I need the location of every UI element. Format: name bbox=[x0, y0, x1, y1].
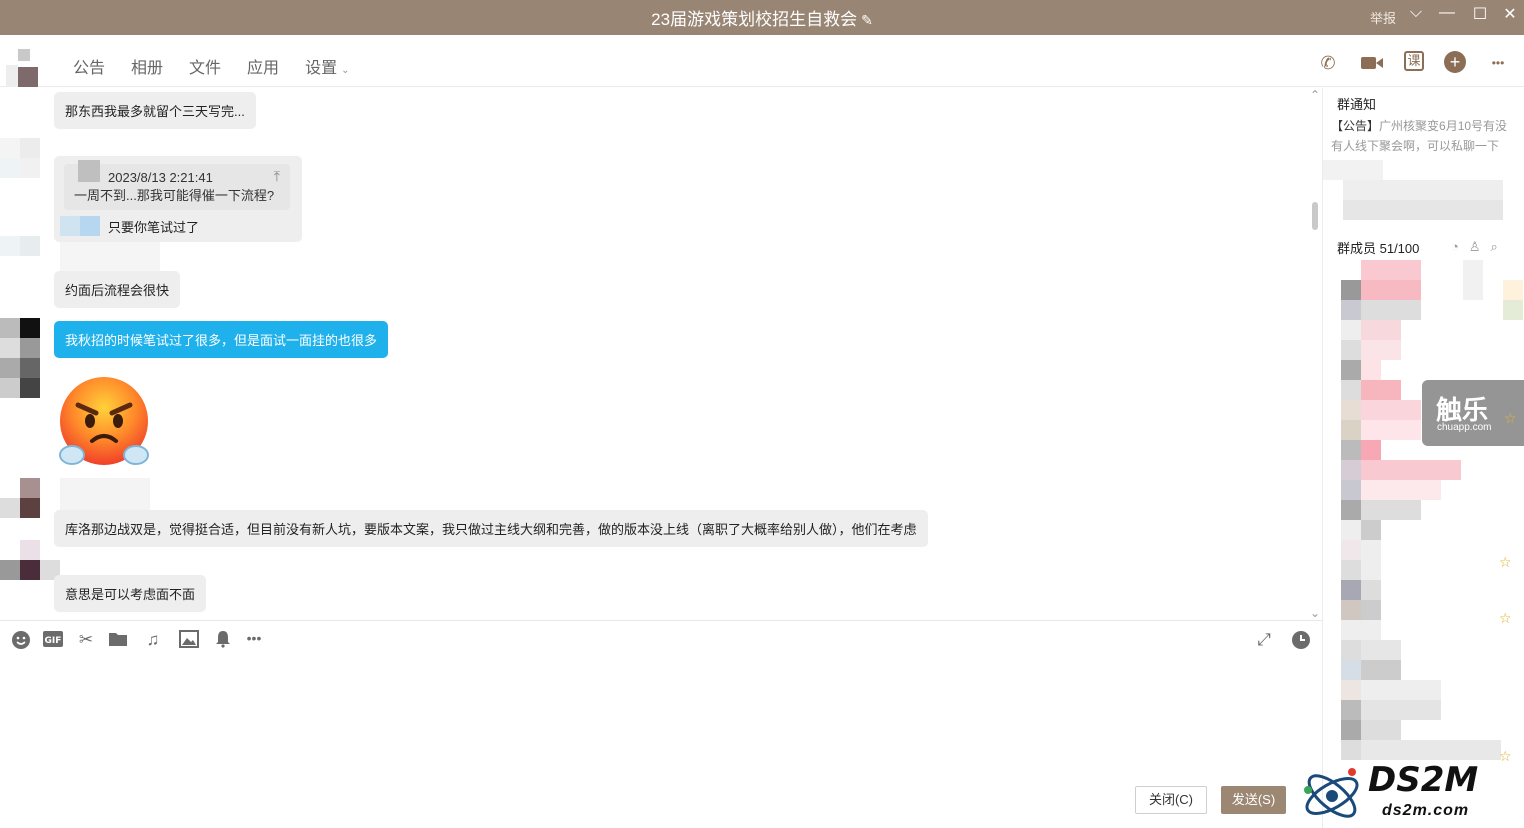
minimize-button[interactable]: — bbox=[1435, 4, 1459, 22]
scroll-down-icon[interactable]: ⌄ bbox=[1310, 606, 1320, 620]
quote-text: 一周不到...那我可能得催一下流程? bbox=[74, 188, 275, 203]
chevron-down-icon[interactable]: ⌵ bbox=[1404, 4, 1428, 22]
expand-icon[interactable]: ⤢ bbox=[1253, 630, 1275, 650]
tab-album[interactable]: 相册 bbox=[131, 54, 163, 78]
avatar bbox=[78, 160, 100, 182]
video-call-icon[interactable] bbox=[1360, 51, 1384, 75]
jump-to-message-icon[interactable]: ⤒ bbox=[274, 168, 280, 185]
chuapp-watermark: 触乐 chuapp.com ☆ bbox=[1422, 380, 1524, 446]
music-icon[interactable]: ♫ bbox=[142, 630, 164, 650]
ds2m-logo-text: DS2M bbox=[1368, 760, 1479, 800]
course-icon[interactable]: 课 bbox=[1404, 51, 1424, 71]
emoji-icon[interactable] bbox=[10, 630, 32, 655]
star-icon: ☆ bbox=[1499, 554, 1512, 570]
group-name: 23届游戏策划校招生自救会 bbox=[651, 10, 858, 29]
ds2m-logo-icon bbox=[1304, 768, 1359, 818]
member-status-icon[interactable]: ◔ bbox=[1451, 239, 1459, 255]
message-bubble[interactable]: 库洛那边战双是，觉得挺合适，但目前没有新人坑，要版本文案，我只做过主线大纲和完善… bbox=[54, 510, 928, 547]
more-icon[interactable]: ••• bbox=[1486, 51, 1510, 75]
angry-emoji-sticker[interactable] bbox=[56, 375, 152, 471]
close-button[interactable]: 关闭(C) bbox=[1135, 786, 1207, 814]
reply-message-bubble[interactable]: 2023/8/13 2:21:41 一周不到...那我可能得催一下流程? ⤒ 只… bbox=[54, 156, 302, 242]
report-link[interactable]: 举报 bbox=[1370, 8, 1396, 27]
avatar[interactable] bbox=[4, 45, 44, 89]
group-notice-text[interactable]: 【公告】广州核聚变6月10号有没有人线下聚会啊，可以私聊一下 bbox=[1331, 116, 1515, 156]
history-clock-icon[interactable] bbox=[1290, 630, 1312, 655]
add-member-icon[interactable]: ♙ bbox=[1469, 239, 1481, 255]
star-icon: ☆ bbox=[1499, 610, 1512, 626]
group-toolbar: 公告 相册 文件 应用 设置 ⌄ ✆ 课 + ••• bbox=[0, 35, 1524, 87]
edit-icon[interactable]: ✎ bbox=[861, 12, 873, 28]
title-bar: 23届游戏策划校招生自救会 ✎ 举报 ⌵ — ☐ ✕ bbox=[0, 0, 1524, 35]
avatar[interactable] bbox=[0, 318, 40, 408]
search-member-icon[interactable]: ⌕ bbox=[1491, 239, 1498, 255]
avatar[interactable] bbox=[0, 236, 160, 276]
quote-timestamp: 2023/8/13 2:21:41 bbox=[108, 170, 213, 185]
window-title: 23届游戏策划校招生自救会 ✎ bbox=[0, 5, 1524, 30]
send-button[interactable]: 发送(S) bbox=[1221, 786, 1286, 814]
avatar[interactable] bbox=[0, 540, 60, 590]
notice-blurred-area bbox=[1323, 160, 1523, 222]
message-bubble[interactable]: 那东西我最多就留个三天写完... bbox=[54, 92, 256, 129]
more-icon[interactable]: ••• bbox=[243, 630, 265, 646]
folder-icon[interactable] bbox=[107, 630, 129, 653]
member-list[interactable] bbox=[1323, 260, 1523, 828]
gif-icon[interactable]: GIF bbox=[42, 630, 64, 653]
maximize-button[interactable]: ☐ bbox=[1468, 4, 1492, 24]
toolbar-actions: ✆ 课 + ••• bbox=[1316, 51, 1510, 75]
avatar bbox=[60, 216, 100, 236]
ds2m-url: ds2m.com bbox=[1382, 802, 1470, 819]
close-window-button[interactable]: ✕ bbox=[1498, 4, 1522, 24]
tab-bar: 公告 相册 文件 应用 设置 ⌄ bbox=[73, 54, 349, 78]
quoted-message[interactable]: 2023/8/13 2:21:41 一周不到...那我可能得催一下流程? ⤒ bbox=[64, 160, 290, 210]
tab-files[interactable]: 文件 bbox=[189, 54, 221, 78]
chat-scrollbar[interactable] bbox=[1312, 202, 1318, 230]
notice-tag: 【公告】 bbox=[1331, 119, 1380, 133]
phone-call-icon[interactable]: ✆ bbox=[1316, 51, 1340, 75]
members-title: 群成员 51/100 bbox=[1337, 241, 1420, 256]
tab-apps[interactable]: 应用 bbox=[247, 54, 279, 78]
message-bubble[interactable]: 约面后流程会很快 bbox=[54, 271, 181, 308]
ds2m-watermark: DS2M ds2m.com bbox=[1300, 760, 1524, 828]
avatar[interactable] bbox=[0, 138, 100, 198]
input-toolbar: GIF ✂ ♫ ••• ⤢ bbox=[0, 620, 1322, 660]
scroll-up-icon[interactable]: ⌃ bbox=[1310, 88, 1320, 102]
chevron-down-icon: ⌄ bbox=[341, 65, 350, 76]
message-input[interactable] bbox=[0, 660, 1322, 780]
message-bubble[interactable]: 意思是可以考虑面不面 bbox=[54, 575, 207, 612]
svg-text:GIF: GIF bbox=[45, 636, 62, 646]
chuapp-url: chuapp.com bbox=[1437, 422, 1492, 433]
chat-history[interactable]: ⌃ 那东西我最多就留个三天写完... 2023/8/13 2:21:41 一周不… bbox=[0, 88, 1322, 620]
scissors-icon[interactable]: ✂ bbox=[75, 630, 97, 650]
tab-settings-label: 设置 bbox=[305, 60, 338, 77]
right-panel: 群通知 【公告】广州核聚变6月10号有没有人线下聚会啊，可以私聊一下 群成员 5… bbox=[1322, 88, 1524, 828]
tab-announcement[interactable]: 公告 bbox=[73, 54, 105, 78]
tab-settings[interactable]: 设置 ⌄ bbox=[305, 54, 349, 78]
star-icon: ☆ bbox=[1504, 410, 1517, 426]
message-bubble-self[interactable]: 我秋招的时候笔试过了很多，但是面试一面挂的也很多 bbox=[54, 321, 389, 358]
image-icon[interactable] bbox=[178, 630, 200, 653]
bell-icon[interactable] bbox=[212, 630, 234, 653]
reply-text: 只要你笔试过了 bbox=[108, 220, 200, 235]
add-icon[interactable]: + bbox=[1444, 51, 1466, 73]
group-notice-title: 群通知 bbox=[1337, 97, 1377, 112]
member-tools: ◔ ♙ ⌕ bbox=[1451, 239, 1498, 255]
